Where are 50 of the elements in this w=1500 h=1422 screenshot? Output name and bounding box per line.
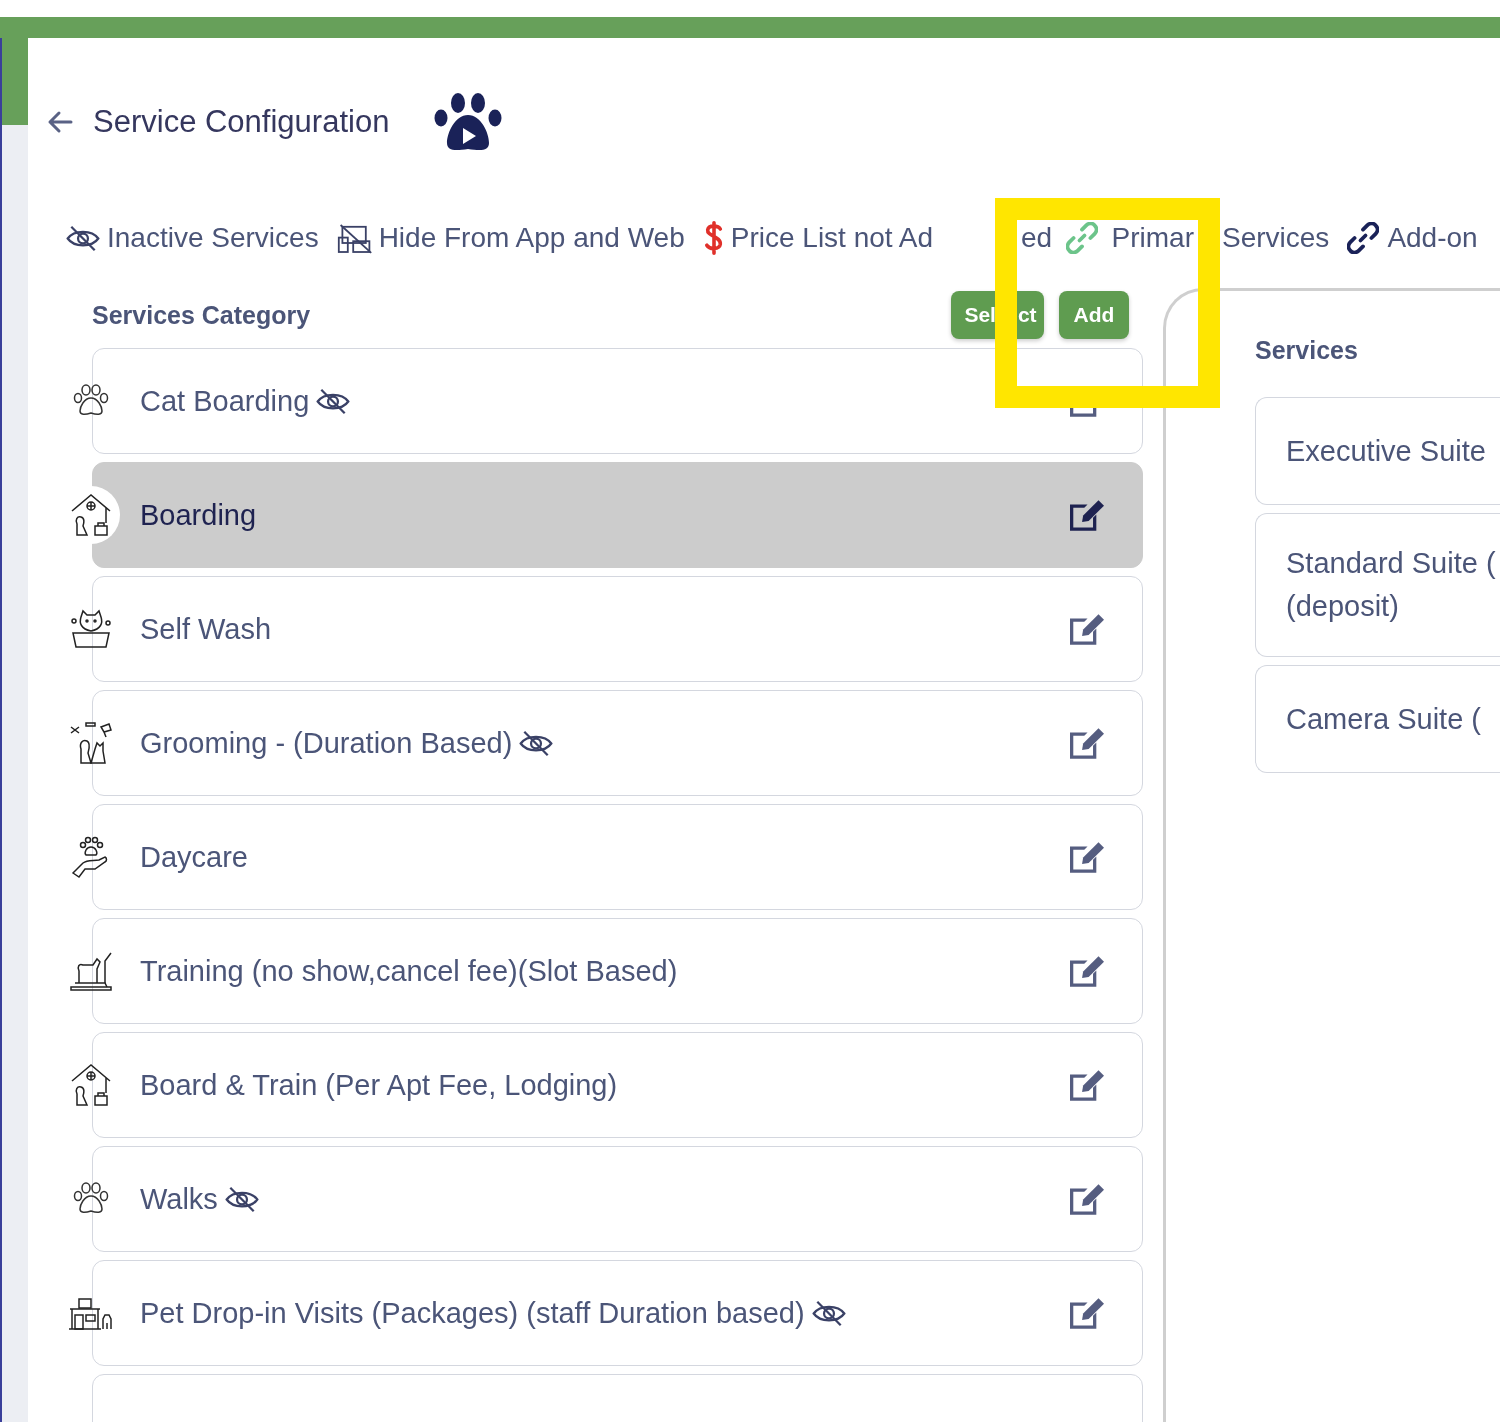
category-name: Training (no show,cancel fee)(Slot Based) bbox=[140, 954, 678, 988]
category-name: Boarding bbox=[140, 498, 257, 532]
category-item[interactable]: Grooming - (Duration Based) bbox=[92, 690, 1143, 796]
service-name: Camera Suite ( bbox=[1286, 701, 1482, 737]
edit-icon[interactable] bbox=[1070, 1297, 1104, 1329]
legend-label: Price List not Ad bbox=[730, 222, 934, 254]
link-icon bbox=[1065, 222, 1098, 254]
dollar-icon bbox=[702, 220, 725, 256]
service-item[interactable]: Camera Suite ( bbox=[1255, 665, 1500, 773]
edit-icon[interactable] bbox=[1070, 1183, 1104, 1215]
devices-slash-icon bbox=[336, 222, 373, 254]
legend-label: ed bbox=[1021, 222, 1053, 254]
legend-label: Hide From App and Web bbox=[378, 222, 685, 254]
service-name: (deposit) bbox=[1286, 589, 1400, 624]
legend-label: Add-on bbox=[1387, 222, 1478, 254]
legend-label: Primar bbox=[1111, 222, 1194, 254]
service-item[interactable]: Standard Suite ( (deposit) bbox=[1255, 513, 1500, 657]
section-title: Services bbox=[1255, 336, 1359, 365]
edit-icon[interactable] bbox=[1070, 841, 1104, 873]
paw-play-logo-icon bbox=[433, 91, 504, 153]
service-name: Standard Suite ( bbox=[1286, 546, 1497, 581]
category-item[interactable]: Board & Train (Per Apt Fee, Lodging) bbox=[92, 1032, 1143, 1138]
link-icon bbox=[1347, 222, 1380, 254]
category-item[interactable]: Pet Drop-in Visits (Packages) (staff Duration based) bbox=[92, 1260, 1143, 1366]
service-name: Executive Suite bbox=[1286, 433, 1487, 469]
grooming-pets-icon bbox=[68, 720, 114, 766]
category-item[interactable]: Boarding bbox=[92, 462, 1143, 568]
legend-label: Inactive Services bbox=[107, 222, 319, 254]
edit-icon[interactable] bbox=[1070, 613, 1104, 645]
edit-icon[interactable] bbox=[1070, 955, 1104, 987]
edit-icon[interactable] bbox=[1070, 1069, 1104, 1101]
category-name: Board & Train (Per Apt Fee, Lodging) bbox=[140, 1068, 618, 1102]
page-title: Service Configuration bbox=[93, 104, 390, 140]
category-name: Self Wash bbox=[140, 612, 272, 646]
category-name: Grooming - (Duration Based) bbox=[140, 726, 513, 760]
category-name: Walks bbox=[140, 1182, 218, 1216]
category-item[interactable]: Self Wash bbox=[92, 576, 1143, 682]
eye-slash-icon bbox=[65, 224, 101, 252]
category-name: Pet Drop-in Visits (Packages) (staff Duration based) bbox=[140, 1296, 805, 1330]
category-item[interactable]: Daycare bbox=[92, 804, 1143, 910]
section-title: Services Category bbox=[92, 300, 311, 330]
category-item[interactable]: Training (no show,cancel fee)(Slot Based) bbox=[92, 918, 1143, 1024]
category-item[interactable]: Walks bbox=[92, 1146, 1143, 1252]
back-arrow-icon[interactable] bbox=[47, 110, 73, 134]
category-name: Cat Boarding bbox=[140, 384, 310, 418]
edit-icon[interactable] bbox=[1070, 499, 1104, 531]
edit-icon[interactable] bbox=[1070, 727, 1104, 759]
service-item[interactable]: Executive Suite bbox=[1255, 397, 1500, 505]
legend-label: Services bbox=[1222, 222, 1330, 254]
category-name: Daycare bbox=[140, 840, 248, 874]
